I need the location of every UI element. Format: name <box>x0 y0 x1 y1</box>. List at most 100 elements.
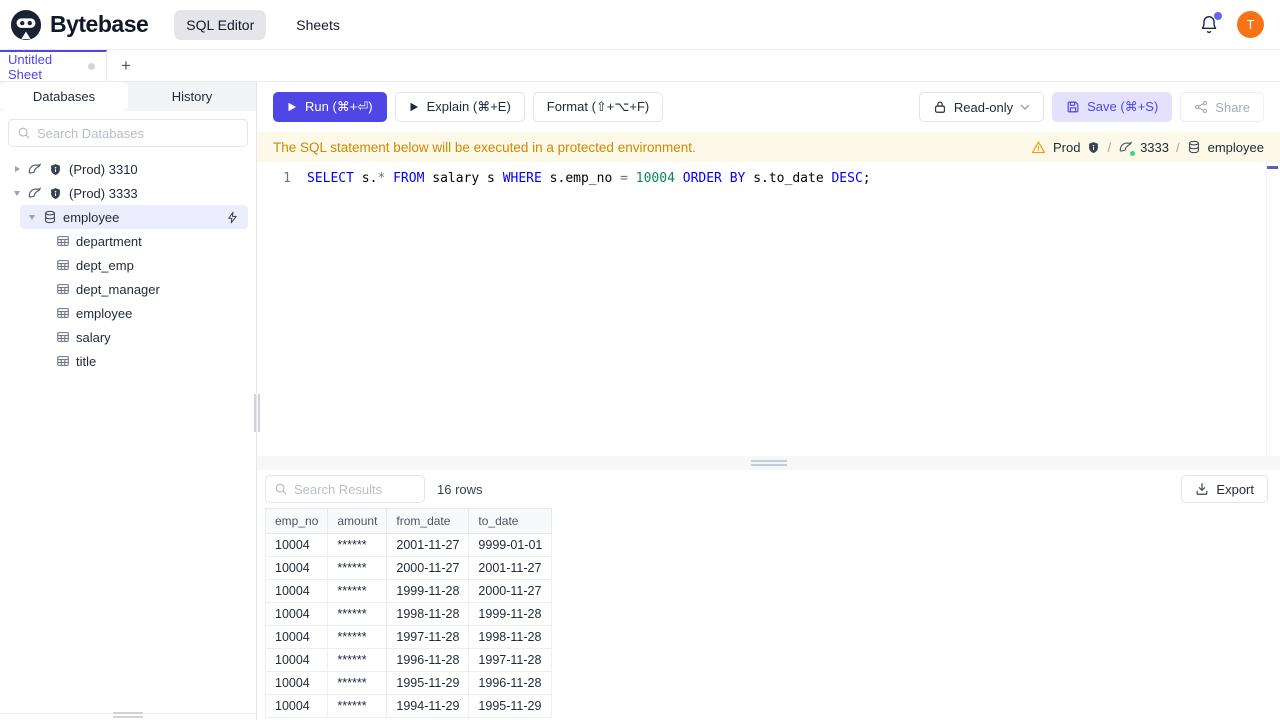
table-cell: 10004 <box>264 602 329 626</box>
chevron-down-icon[interactable] <box>28 213 36 221</box>
save-button[interactable]: Save (⌘+S) <box>1052 92 1173 122</box>
table-cell: 10004 <box>264 694 329 718</box>
app-body: Databases History (Prod) 3310 (Prod) 333… <box>0 82 1280 720</box>
bell-icon[interactable] <box>1199 11 1222 35</box>
table-cell: ****** <box>327 648 388 672</box>
banner-message: The SQL statement below will be executed… <box>273 139 696 155</box>
tree-instance-3333[interactable]: (Prod) 3333 <box>0 181 256 205</box>
top-nav: SQL Editor Sheets <box>174 9 352 40</box>
sql-editor[interactable]: 1 SELECT s.* FROM salary s WHERE s.emp_n… <box>257 162 1280 456</box>
warning-triangle-icon <box>1031 140 1046 155</box>
table-cell: 1997-11-28 <box>386 625 470 649</box>
instance-crumb[interactable]: 3333 <box>1140 140 1169 155</box>
table-row[interactable]: 10004 ****** 2001-11-27 9999-01-01 <box>264 533 553 557</box>
explain-button[interactable]: Explain (⌘+E) <box>394 92 525 122</box>
table-row[interactable]: 10004 ****** 1999-11-28 2000-11-27 <box>264 579 553 603</box>
column-header: amount <box>327 508 388 534</box>
column-header: emp_no <box>264 508 329 534</box>
app-header: Bytebase SQL Editor Sheets T <box>0 0 1280 50</box>
format-label: Format (⇧+⌥+F) <box>546 99 650 114</box>
run-button[interactable]: Run (⌘+⏎) <box>273 92 387 122</box>
table-cell: 2000-11-27 <box>386 556 470 580</box>
lightning-icon[interactable] <box>225 210 240 225</box>
code-token: DESC <box>831 171 863 186</box>
tree-table-department[interactable]: department <box>0 229 256 253</box>
code-token: WHERE <box>502 171 542 186</box>
format-button[interactable]: Format (⇧+⌥+F) <box>532 92 664 122</box>
shield-icon <box>48 162 63 177</box>
bytebase-logo[interactable]: Bytebase <box>10 9 149 41</box>
sidebar-tabs: Databases History <box>0 82 256 111</box>
table-row[interactable]: 10004 ****** 1994-11-29 1995-11-29 <box>264 694 553 718</box>
search-databases-input[interactable] <box>37 125 239 141</box>
results-panel: 16 rows Export emp_noamountfrom_dateto_d… <box>257 470 1280 720</box>
code-token: ; <box>862 171 871 186</box>
overview-ruler-cursor <box>1267 166 1278 169</box>
tree-table-dept-emp[interactable]: dept_emp <box>0 253 256 277</box>
column-header: from_date <box>386 508 470 534</box>
export-button[interactable]: Export <box>1181 475 1268 503</box>
results-resize-handle[interactable] <box>750 460 787 466</box>
table-cell: 10004 <box>264 579 329 603</box>
database-crumb[interactable]: employee <box>1208 140 1264 155</box>
table-cell: 1998-11-28 <box>468 625 553 649</box>
table-cell: ****** <box>327 579 388 603</box>
tree-database-employee[interactable]: employee <box>20 205 248 229</box>
tree-instance-3310[interactable]: (Prod) 3310 <box>0 157 256 181</box>
tree-table-dept-manager[interactable]: dept_manager <box>0 277 256 301</box>
code-token: ORDER BY <box>682 171 746 186</box>
avatar[interactable]: T <box>1237 11 1264 38</box>
table-row[interactable]: 10004 ****** 1998-11-28 1999-11-28 <box>264 602 553 626</box>
share-icon <box>1194 100 1208 114</box>
tree-table-title[interactable]: title <box>0 349 256 373</box>
table-cell: 10004 <box>264 533 329 557</box>
code-token: SELECT <box>307 171 354 186</box>
nav-sheets[interactable]: Sheets <box>284 10 352 40</box>
sidebar-resize-handle[interactable] <box>254 394 260 432</box>
nav-sql-editor[interactable]: SQL Editor <box>174 9 267 40</box>
table-icon <box>55 330 70 345</box>
code-token: 10004 <box>635 171 675 186</box>
instance-label: (Prod) 3333 <box>69 185 138 201</box>
tree-table-employee[interactable]: employee <box>0 301 256 325</box>
database-icon <box>1187 140 1201 154</box>
table-row[interactable]: 10004 ****** 1997-11-28 1998-11-28 <box>264 625 553 649</box>
results-search[interactable] <box>265 475 425 503</box>
table-row[interactable]: 10004 ****** 2000-11-27 2001-11-27 <box>264 556 553 580</box>
save-label: Save (⌘+S) <box>1087 99 1159 114</box>
table-cell: 2001-11-27 <box>386 533 470 557</box>
sidebar-bottom-resize-handle[interactable] <box>113 712 143 718</box>
lock-icon <box>933 100 947 114</box>
table-cell: 1996-11-28 <box>386 648 470 672</box>
table-icon <box>55 234 70 249</box>
chevron-right-icon[interactable] <box>13 165 21 173</box>
readonly-dropdown[interactable]: Read-only <box>918 92 1045 122</box>
database-tree: (Prod) 3310 (Prod) 3333 employee departm… <box>0 155 256 373</box>
table-row[interactable]: 10004 ****** 1995-11-29 1996-11-28 <box>264 671 553 695</box>
table-cell: 1995-11-29 <box>468 694 553 718</box>
tab-untitled-sheet[interactable]: Untitled Sheet <box>0 50 107 82</box>
table-cell: 10004 <box>264 648 329 672</box>
code-token: salary s <box>424 171 503 186</box>
table-cell: ****** <box>327 602 388 626</box>
table-label: employee <box>76 305 133 321</box>
play-icon <box>287 102 298 113</box>
tree-table-salary[interactable]: salary <box>0 325 256 349</box>
sidebar: Databases History (Prod) 3310 (Prod) 333… <box>0 82 260 720</box>
database-search[interactable] <box>8 119 248 147</box>
search-icon <box>17 126 31 140</box>
chevron-down-icon[interactable] <box>13 189 21 197</box>
search-results-input[interactable] <box>294 481 416 497</box>
tab-databases[interactable]: Databases <box>0 82 128 111</box>
results-toolbar: 16 rows Export <box>257 470 1280 508</box>
table-cell: 10004 <box>264 671 329 695</box>
shield-icon <box>48 186 63 201</box>
add-sheet-button[interactable]: + <box>107 50 145 81</box>
chevron-down-icon <box>1020 104 1030 110</box>
shield-icon <box>1087 141 1100 154</box>
share-button[interactable]: Share <box>1180 92 1264 122</box>
table-row[interactable]: 10004 ****** 1996-11-28 1997-11-28 <box>264 648 553 672</box>
table-cell: 1994-11-29 <box>386 694 470 718</box>
tab-history[interactable]: History <box>128 82 256 111</box>
